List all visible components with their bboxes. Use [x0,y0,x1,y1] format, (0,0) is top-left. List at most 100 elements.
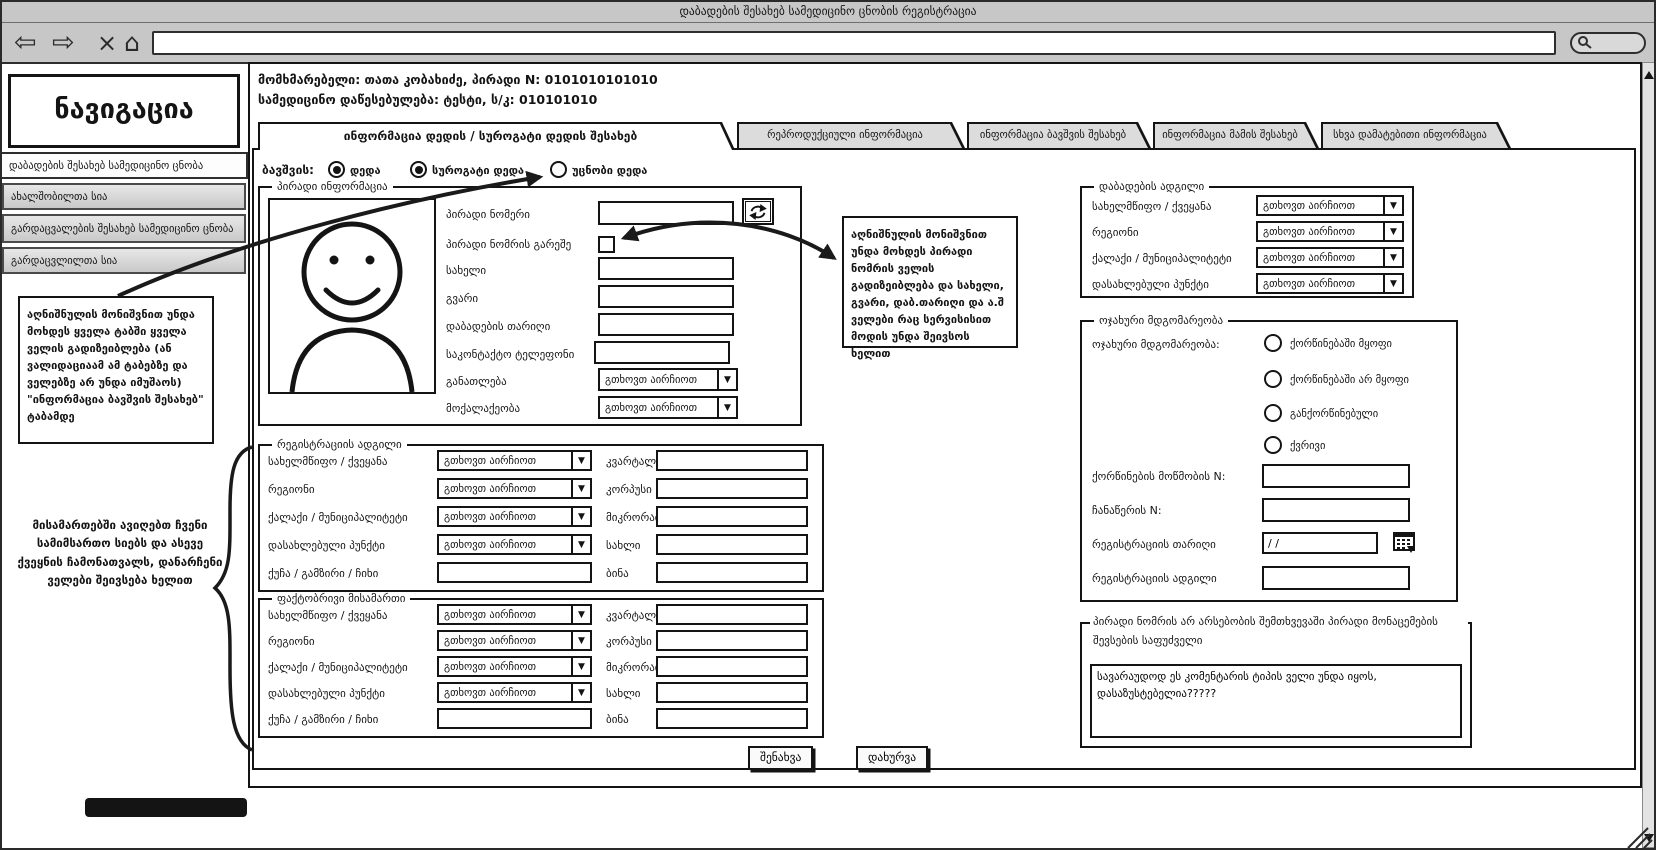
radio-widowed[interactable] [1264,436,1282,454]
reg-country-select[interactable]: გთხოვთ აირჩიოთ▼ [437,450,592,471]
marriage-certificate-input[interactable] [1262,464,1410,488]
citizenship-select-value: გთხოვთ აირჩიოთ [605,402,697,414]
horizontal-scrollbar-thumb[interactable] [85,798,247,817]
radio-surrogate-mother[interactable] [410,161,427,178]
sidebar-item-deceased-list[interactable]: გარდაცვლილთა სია [2,247,246,274]
reg-microdistrict-input[interactable] [656,506,808,527]
calendar-button[interactable] [1392,530,1416,554]
radio-married[interactable] [1264,334,1282,352]
fact-quarter-input[interactable] [656,604,808,625]
tab-mother-info[interactable]: ინფორმაცია დედის / სუროგატი დედის შესახე… [258,122,735,150]
fact-block-input[interactable] [656,630,808,651]
last-name-input[interactable] [598,285,734,308]
bp-city-select[interactable]: გთხოვთ აირჩიოთ▼ [1256,247,1404,268]
user-info-line: მომხმარებელი: თათა კობახიძე, პირადი N: 0… [258,72,658,87]
photo-placeholder-smiley-icon [270,200,434,392]
tab-father-info[interactable]: ინფორმაცია მამის შესახებ [1153,122,1319,148]
basis-comment-textarea[interactable]: სავარაუდოდ ეს კომენტარის ტიპის ველი უნდა… [1090,664,1462,738]
dropdown-arrow-icon: ▼ [1383,197,1402,214]
note-text: აღნიშნულის მონიშვნით უნდა მოხდეს ყველა ტ… [27,308,204,423]
registration-date-input[interactable] [1262,532,1378,554]
tab-label: ინფორმაცია დედის / სუროგატი დედის შესახე… [262,122,719,150]
tab-other-info[interactable]: სხვა დამატებითი ინფორმაცია [1321,122,1511,148]
radio-divorced[interactable] [1264,404,1282,422]
window-title-bar: დაბადების შესახებ სამედიცინო ცნობის რეგი… [0,0,1656,23]
registration-place-label: რეგისტრაციის ადგილი [1092,572,1217,585]
radio-not-married[interactable] [1264,370,1282,388]
search-box[interactable] [1570,32,1646,54]
stop-icon[interactable]: × [97,24,117,62]
note-address-lists: მისამართებში ავიღებთ ჩვენი სამიმსართო სი… [14,516,226,590]
bp-country-select[interactable]: გთხოვთ აირჩიოთ ▼ [1256,195,1404,216]
radio-unknown-mother[interactable] [550,161,567,178]
education-select[interactable]: გთხოვთ აირჩიოთ ▼ [598,368,738,391]
first-name-input[interactable] [598,257,734,280]
personal-number-label: პირადი ნომერი [446,208,530,221]
reg-house-input[interactable] [656,534,808,555]
reg-settlement-select[interactable]: გთხოვთ აირჩიოთ▼ [437,534,592,555]
reg-flat-input[interactable] [656,562,808,583]
dropdown-arrow-icon: ▼ [571,508,590,525]
tab-child-info[interactable]: ინფორმაცია ბავშვის შესახებ [967,122,1151,148]
fact-city-select[interactable]: გთხოვთ აირჩიოთ▼ [437,656,592,677]
fact-country-label: სახელმწიფო / ქვეყანა [268,609,387,622]
bp-region-select[interactable]: გთხოვთ აირჩიოთ▼ [1256,221,1404,242]
select-value: გთხოვთ აირჩიოთ [444,635,536,647]
fact-house-input[interactable] [656,682,808,703]
reg-settlement-label: დასახლებული პუნქტი [268,539,385,552]
fact-settlement-select[interactable]: გთხოვთ აირჩიოთ▼ [437,682,592,703]
reg-block-input[interactable] [656,478,808,499]
sidebar-item-label: გარდაცვალების შესახებ სამედიცინო ცნობა [11,223,233,235]
personal-number-input[interactable] [598,201,734,225]
reg-block-label: კორპუსი [606,483,652,496]
scroll-down-arrow-icon[interactable] [1644,834,1654,847]
forward-icon[interactable]: ⇨ [52,24,75,62]
refresh-personal-number-button[interactable] [742,198,774,225]
select-value: გთხოვთ აირჩიოთ [1263,226,1355,238]
registration-date-label: რეგისტრაციის თარიღი [1092,538,1216,551]
sidebar-item-newborn-list[interactable]: ახალშობილთა სია [2,183,246,210]
select-value: გთხოვთ აირჩიოთ [1263,200,1355,212]
fact-house-label: სახლი [606,687,640,700]
fact-country-select[interactable]: გთხოვთ აირჩიოთ▼ [437,604,592,625]
vertical-scrollbar[interactable] [1642,62,1655,848]
marital-status-legend: ოჯახური მდგომარეობა [1094,314,1228,327]
citizenship-select[interactable]: გთხოვთ აირჩიოთ ▼ [598,396,738,419]
bp-settlement-select[interactable]: გთხოვთ აირჩიოთ▼ [1256,273,1404,294]
tab-reproductive-info[interactable]: რეპროდუქციული ინფორმაცია [737,122,965,148]
sidebar-item-death-certificate[interactable]: გარდაცვალების შესახებ სამედიცინო ცნობა [2,214,246,243]
record-number-label: ჩანაწერის N: [1092,504,1162,517]
close-button[interactable]: დახურვა [856,746,928,770]
back-icon[interactable]: ⇦ [14,24,37,62]
fact-region-select[interactable]: გთხოვთ აირჩიოთ▼ [437,630,592,651]
scroll-up-arrow-icon[interactable] [1644,66,1654,79]
record-number-input[interactable] [1262,498,1410,522]
birth-place-legend: დაბადების ადგილი [1094,180,1209,193]
contact-phone-input[interactable] [594,341,730,364]
bp-city-label: ქალაქი / მუნიციპალიტეტი [1092,252,1232,265]
bp-settlement-label: დასახლებული პუნქტი [1092,278,1209,291]
fact-microdistrict-input[interactable] [656,656,808,677]
fact-street-input[interactable] [437,708,592,729]
birth-date-input[interactable] [598,313,734,336]
no-personal-number-checkbox[interactable] [598,236,615,253]
photo-placeholder [268,198,436,394]
home-icon[interactable]: ⌂ [124,24,140,62]
select-value: გთხოვთ აირჩიოთ [444,455,536,467]
education-select-value: გთხოვთ აირჩიოთ [605,374,697,386]
reg-city-select[interactable]: გთხოვთ აირჩიოთ▼ [437,506,592,527]
sidebar-item-birth-certificate[interactable]: დაბადების შესახებ სამედიცინო ცნობა [0,152,248,179]
dropdown-arrow-icon: ▼ [717,398,736,417]
fact-flat-input[interactable] [656,708,808,729]
address-bar-input[interactable] [152,31,1556,55]
radio-not-married-label: ქორწინებაში არ მყოფი [1290,374,1409,386]
save-button[interactable]: შენახვა [748,746,813,770]
select-value: გთხოვთ აირჩიოთ [444,483,536,495]
radio-mother[interactable] [328,161,345,178]
fact-settlement-label: დასახლებული პუნქტი [268,687,385,700]
reg-quarter-input[interactable] [656,450,808,471]
sidebar-item-label: ახალშობილთა სია [11,191,107,203]
registration-place-input[interactable] [1262,566,1410,590]
reg-street-input[interactable] [437,562,592,583]
reg-region-select[interactable]: გთხოვთ აირჩიოთ▼ [437,478,592,499]
